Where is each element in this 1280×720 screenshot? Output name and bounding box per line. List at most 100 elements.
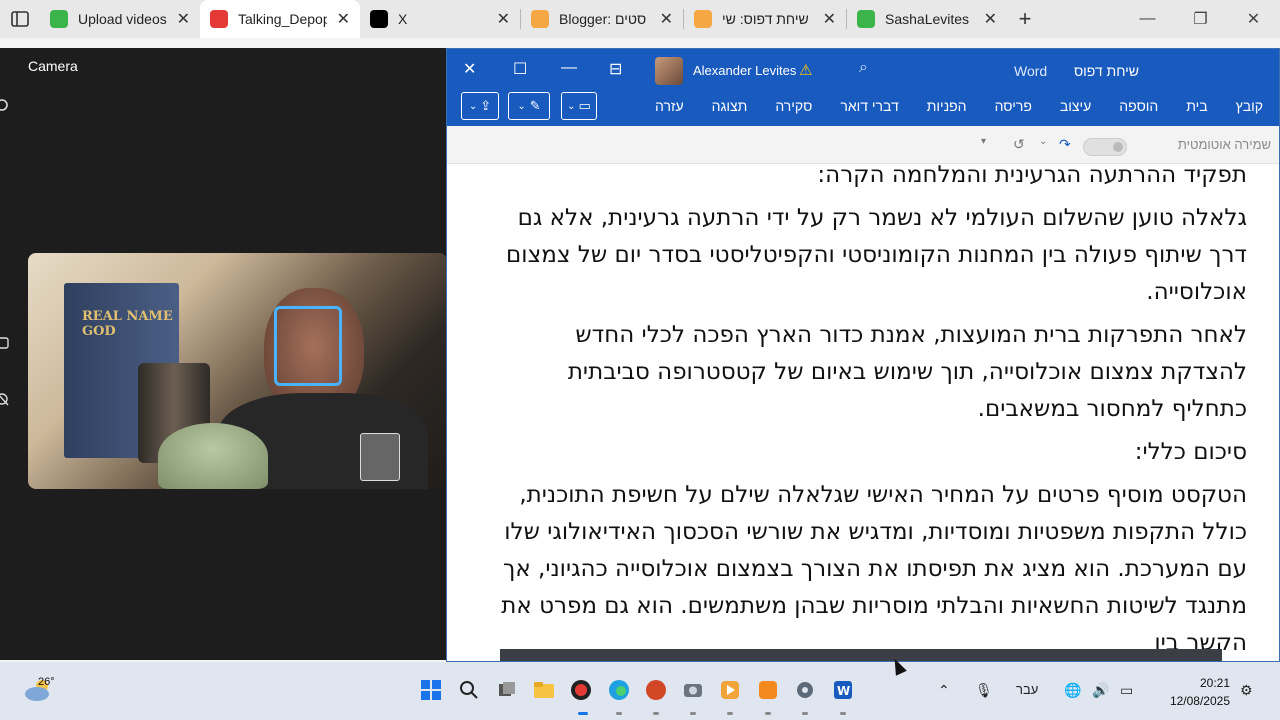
overlay-toolbar <box>500 649 1222 661</box>
close-tab-icon[interactable]: ✕ <box>497 9 510 29</box>
weather-temperature[interactable]: 26° <box>38 676 55 688</box>
search-icon[interactable] <box>458 679 480 701</box>
network-icon[interactable]: 🌐 <box>1064 682 1081 699</box>
svg-text:W: W <box>837 684 850 698</box>
chevron-down-icon: ⌄ <box>468 100 478 112</box>
close-tab-icon[interactable]: ✕ <box>337 9 350 29</box>
running-indicator <box>802 712 808 715</box>
tab-talking-depop[interactable]: Talking_Depop ✕ <box>200 0 360 38</box>
rumble-icon <box>857 10 875 28</box>
document-area[interactable]: תפקיד ההרתעה הגרעינית והמלחמה הקרה: גלאל… <box>447 165 1279 661</box>
maximize-icon[interactable]: ☐ <box>513 59 527 79</box>
close-icon[interactable]: ✕ <box>463 59 476 79</box>
active-indicator <box>578 712 588 715</box>
start-icon[interactable] <box>420 679 442 701</box>
restore-icon[interactable]: ❐ <box>1174 0 1227 38</box>
tab-mailings[interactable]: דברי דואר <box>840 98 898 114</box>
camera-off-icon[interactable] <box>0 392 12 406</box>
customize-toolbar-icon[interactable]: ▾ <box>981 136 986 147</box>
tab-view[interactable]: תצוגה <box>712 98 748 114</box>
microphone-icon[interactable]: 🎙 <box>975 682 993 699</box>
tab-blogger[interactable]: Blogger: סטים ✕ <box>521 0 683 38</box>
task-view-icon[interactable] <box>496 679 518 701</box>
close-tab-icon[interactable]: ✕ <box>984 9 997 29</box>
chevron-down-icon[interactable]: ⌄ <box>1039 136 1047 147</box>
pdf-icon <box>210 10 228 28</box>
tab-file[interactable]: קובץ <box>1236 98 1263 114</box>
word-icon[interactable]: W <box>832 679 854 701</box>
close-tab-icon[interactable]: ✕ <box>660 9 673 29</box>
settings-gear-icon[interactable] <box>794 679 816 701</box>
ribbon-display-icon[interactable]: ⊟ <box>609 59 622 79</box>
running-indicator <box>690 712 696 715</box>
camera-app-icon[interactable] <box>682 679 704 701</box>
chevron-down-icon: ⌄ <box>567 100 576 112</box>
camera-mode-icon[interactable] <box>0 336 12 350</box>
language-indicator[interactable]: עבר <box>1016 682 1038 697</box>
clock-time: 20:21 <box>1199 676 1230 690</box>
document-page[interactable]: תפקיד ההרתעה הגרעינית והמלחמה הקרה: גלאל… <box>487 165 1247 661</box>
search-icon[interactable]: ⌕ <box>859 59 868 77</box>
new-tab-button[interactable]: + <box>1007 0 1043 38</box>
comments-button[interactable]: ⌄ ▭ <box>561 92 597 120</box>
taskbar: 26° W ⌃ 🎙 עבר 🌐 🔊 ▭ 20:21 12/08/2025 ⚙ <box>0 662 1280 720</box>
media-player-icon[interactable] <box>719 679 741 701</box>
quick-access-toolbar: ▾ ↺ ⌄ ↷ ▣ שמירה אוטומטית <box>447 126 1279 164</box>
tab-home[interactable]: בית <box>1186 98 1207 114</box>
chevron-down-icon: ⌄ <box>517 100 526 112</box>
tab-upload-videos[interactable]: Upload videos ✕ <box>40 0 200 38</box>
notifications-icon[interactable]: ⚙ <box>1240 682 1253 699</box>
word-title-bar: ✕ ☐ — ⊟ Alexander Levites ⚠ ⌕ Word שיחת … <box>447 49 1279 92</box>
tab-actions-button[interactable] <box>0 0 40 38</box>
avatar[interactable] <box>655 57 683 85</box>
close-tab-icon[interactable]: ✕ <box>177 9 190 29</box>
powerpoint-icon[interactable] <box>645 679 667 701</box>
close-icon[interactable]: ✕ <box>1227 0 1280 38</box>
running-indicator <box>653 712 659 715</box>
edge-icon[interactable] <box>608 679 630 701</box>
app-name: Word <box>1014 63 1048 79</box>
file-explorer-icon[interactable] <box>533 679 555 701</box>
warning-icon[interactable]: ⚠ <box>799 61 812 79</box>
volume-icon[interactable]: 🔊 <box>1092 682 1109 699</box>
tab-blogger-post[interactable]: שיחת דפוס: שי ✕ <box>684 0 846 38</box>
paragraph[interactable]: סיכום כללי: <box>487 434 1247 471</box>
tab-help[interactable]: עזרה <box>655 98 684 114</box>
battery-icon[interactable]: ▭ <box>1120 682 1133 699</box>
blogger-icon <box>531 10 549 28</box>
tab-design[interactable]: עיצוב <box>1060 98 1091 114</box>
camera-window: Camera REAL NAME GOD <box>0 48 447 660</box>
paragraph[interactable]: הטקסט מוסיף פרטים על המחיר האישי שגלאלה … <box>487 477 1247 661</box>
running-indicator <box>840 712 846 715</box>
running-indicator <box>616 712 622 715</box>
minimize-icon[interactable]: — <box>561 59 577 77</box>
tab-references[interactable]: הפניות <box>927 98 967 114</box>
tab-sashalevites[interactable]: SashaLevites ✕ <box>847 0 1007 38</box>
paragraph[interactable]: לאחר התפרקות ברית המועצות, אמנת כדור האר… <box>487 317 1247 428</box>
tab-insert[interactable]: הוספה <box>1119 98 1158 114</box>
minimize-icon[interactable]: — <box>1121 0 1174 38</box>
undo-icon[interactable]: ↺ <box>1013 136 1025 153</box>
paragraph[interactable]: גלאלה טוען שהשלום העולמי לא נשמר רק על י… <box>487 200 1247 311</box>
tab-review[interactable]: סקירה <box>775 98 812 114</box>
recorder-icon[interactable] <box>570 679 592 701</box>
tab-layout[interactable]: פריסה <box>995 98 1032 114</box>
blogger-icon[interactable] <box>757 679 779 701</box>
redo-icon[interactable]: ↷ <box>1059 136 1071 153</box>
settings-gear-icon[interactable] <box>0 98 12 112</box>
share-icon: ⇪ <box>480 98 492 113</box>
tab-x[interactable]: X ✕ <box>360 0 520 38</box>
paragraph[interactable]: תפקיד ההרתעה הגרעינית והמלחמה הקרה: <box>487 165 1247 194</box>
user-name[interactable]: Alexander Levites <box>693 63 796 78</box>
ribbon: ⌄ ⇪ ⌄ ✎ ⌄ ▭ קובץ בית הוספה עיצוב פריסה ה… <box>447 92 1279 126</box>
autosave-toggle[interactable] <box>1083 138 1127 156</box>
close-tab-icon[interactable]: ✕ <box>823 9 836 29</box>
camera-preview: REAL NAME GOD <box>28 253 447 489</box>
show-hidden-icons-icon[interactable]: ⌃ <box>938 682 950 699</box>
rumble-icon <box>50 10 68 28</box>
running-indicator <box>765 712 771 715</box>
share-button[interactable]: ⌄ ⇪ <box>461 92 499 120</box>
editing-mode-button[interactable]: ⌄ ✎ <box>508 92 550 120</box>
clock[interactable]: 20:21 12/08/2025 <box>1170 674 1230 710</box>
x-logo-icon <box>370 10 388 28</box>
